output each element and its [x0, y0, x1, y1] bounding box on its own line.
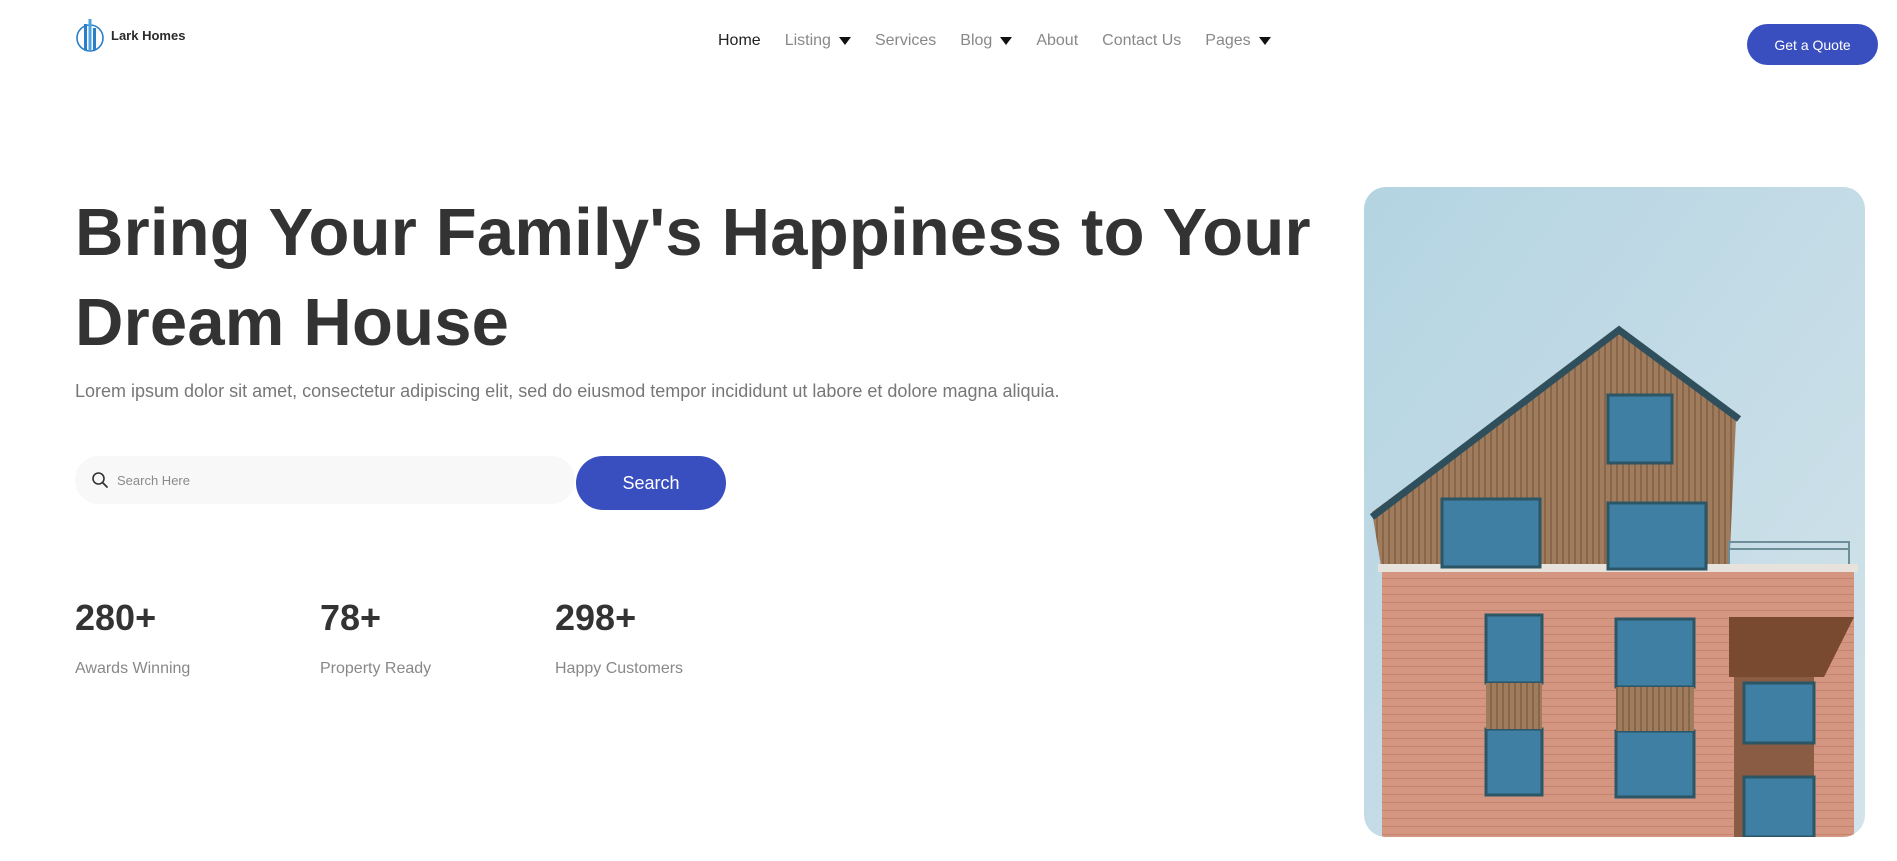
house-photo	[1364, 187, 1865, 837]
caret-down-icon	[1258, 37, 1271, 45]
stat-customers: 298+ Happy Customers	[555, 596, 683, 678]
main-nav: Home Listing Services Blog About Contact…	[718, 32, 1271, 50]
nav-item-label: About	[1036, 32, 1079, 49]
search-button[interactable]: Search	[576, 456, 726, 510]
stat-awards: 280+ Awards Winning	[75, 596, 190, 678]
hero-title: Bring Your Family's Happiness to Your Dr…	[75, 195, 1311, 360]
nav-item-pages[interactable]: Pages	[1205, 32, 1271, 50]
nav-item-label: Home	[718, 32, 761, 49]
search-bar	[75, 456, 575, 504]
stat-value: 298+	[555, 597, 637, 638]
stat-label: Happy Customers	[555, 660, 684, 677]
caret-down-icon	[1000, 37, 1013, 45]
hero-subtitle: Lorem ipsum dolor sit amet, consectetur …	[75, 381, 1060, 401]
stat-label: Property Ready	[320, 660, 432, 677]
get-quote-button[interactable]: Get a Quote	[1747, 24, 1878, 65]
caret-down-icon	[838, 37, 851, 45]
stat-label: Awards Winning	[75, 660, 191, 677]
nav-item-listing[interactable]: Listing	[785, 32, 851, 50]
stat-value: 78+	[320, 597, 382, 638]
nav-item-label: Listing	[784, 32, 831, 49]
brand-name: Lark Homes	[111, 27, 186, 43]
search-input[interactable]	[117, 472, 537, 488]
stat-property: 78+ Property Ready	[320, 596, 431, 678]
nav-item-label: Services	[874, 32, 937, 49]
stat-value: 280+	[75, 597, 157, 638]
brand-logo[interactable]: Lark Homes	[75, 16, 185, 54]
nav-item-blog[interactable]: Blog	[960, 32, 1013, 50]
search-icon	[92, 472, 108, 488]
nav-item-label: Contact Us	[1102, 32, 1182, 49]
nav-item-about[interactable]: About	[1036, 32, 1078, 50]
nav-item-label: Pages	[1205, 32, 1251, 49]
nav-item-label: Blog	[960, 32, 993, 49]
nav-item-contact[interactable]: Contact Us	[1102, 32, 1181, 50]
nav-item-services[interactable]: Services	[875, 32, 936, 50]
nav-item-home[interactable]: Home	[718, 32, 761, 50]
building-logo-icon	[76, 19, 104, 52]
